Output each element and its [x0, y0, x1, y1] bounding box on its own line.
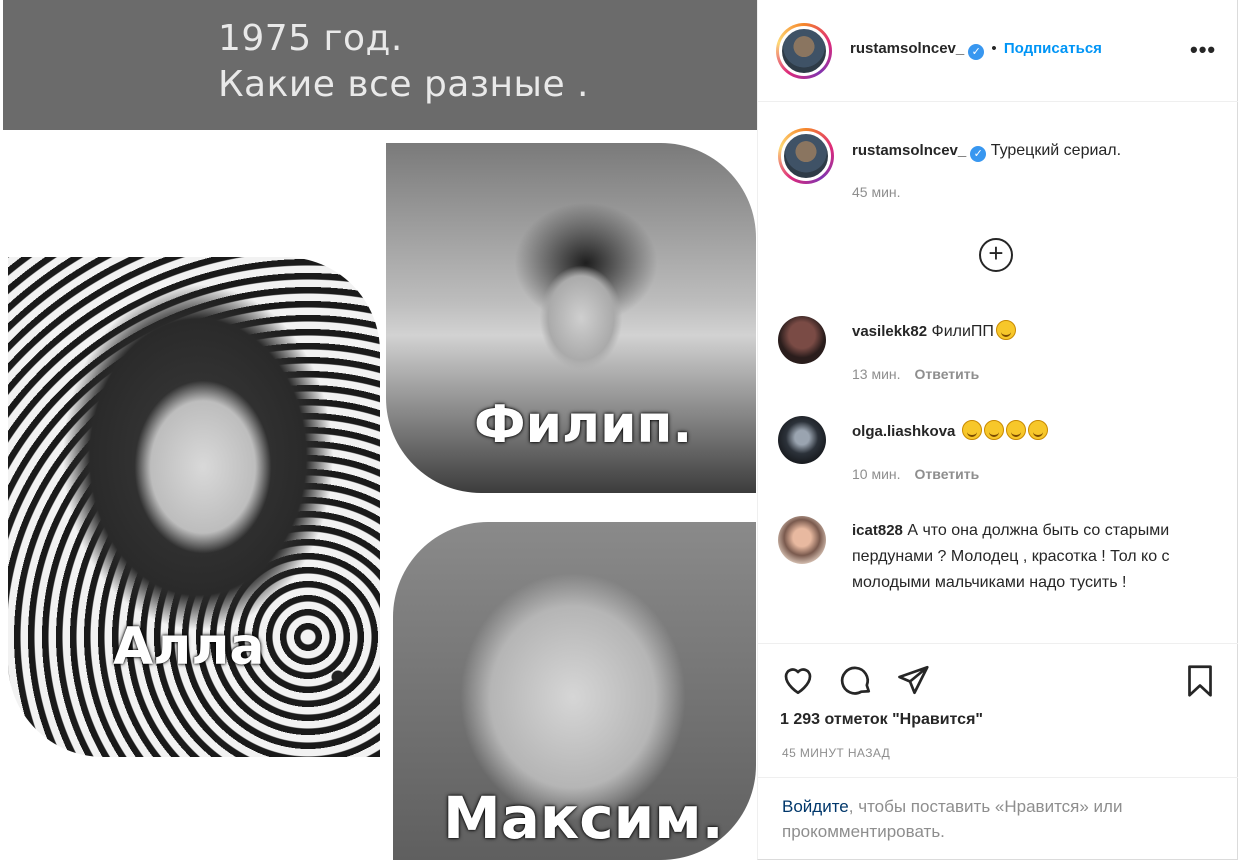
- header-separator: •: [991, 40, 997, 57]
- reply-button[interactable]: Ответить: [915, 366, 980, 382]
- caption-username[interactable]: rustamsolncev_: [852, 142, 966, 159]
- comment-time: 13 мин.: [852, 366, 901, 382]
- post-image[interactable]: 1975 год. Какие все разные . Алла Филип.…: [3, 0, 757, 860]
- author-avatar[interactable]: [776, 23, 832, 79]
- laughing-emoji-icon: [961, 420, 982, 440]
- image-banner: 1975 год. Какие все разные .: [3, 0, 757, 130]
- follow-button[interactable]: Подписаться: [1004, 40, 1102, 57]
- likes-count[interactable]: 1 293 отметок "Нравится": [780, 711, 983, 729]
- post-actions: 1 293 отметок "Нравится" 45 МИНУТ НАЗАД: [758, 643, 1238, 778]
- more-options-icon[interactable]: •••: [1190, 37, 1216, 63]
- bookmark-icon[interactable]: [1182, 662, 1218, 700]
- verified-badge-icon: ✓: [968, 44, 985, 60]
- commenter-avatar[interactable]: [778, 516, 826, 564]
- caption-maxim: Максим.: [443, 784, 724, 852]
- caption-comment: rustamsolncev_ ✓ Турецкий сериал. 45 мин.: [778, 128, 1218, 208]
- login-link[interactable]: Войдите: [782, 797, 849, 816]
- laughing-emoji-icon: [1005, 420, 1026, 440]
- login-prompt: Войдите, чтобы поставить «Нравится» или …: [782, 794, 1222, 844]
- caption-alla: Алла: [113, 617, 265, 677]
- banner-year-text: 1975 год.: [218, 18, 403, 59]
- commenter-avatar[interactable]: [778, 416, 826, 464]
- comment-item: olga.liashkova 10 мин. Ответить: [778, 416, 1218, 486]
- photo-alla: Алла: [8, 257, 380, 757]
- comment-text-line: olga.liashkova: [852, 419, 1212, 445]
- share-icon[interactable]: [895, 662, 931, 698]
- comment-icon[interactable]: [838, 662, 874, 698]
- header-user-line: rustamsolncev_ ✓ • Подписаться: [850, 40, 1102, 60]
- commenter-avatar[interactable]: [778, 316, 826, 364]
- post-header: rustamsolncev_ ✓ • Подписаться •••: [758, 0, 1238, 102]
- photo-filip: Филип.: [386, 143, 756, 493]
- comment-username[interactable]: vasilekk82: [852, 323, 927, 340]
- laughing-emoji-icon: [983, 420, 1004, 440]
- post-side-panel: rustamsolncev_ ✓ • Подписаться ••• rustam…: [757, 0, 1238, 860]
- caption-author-avatar[interactable]: [778, 128, 834, 184]
- comment-text-line: vasilekk82 ФилиПП: [852, 319, 1212, 345]
- caption-text-line: rustamsolncev_ ✓ Турецкий сериал.: [852, 138, 1212, 164]
- post-timestamp: 45 МИНУТ НАЗАД: [782, 746, 891, 760]
- banner-subtitle-text: Какие все разные .: [218, 64, 590, 105]
- caption-text: Турецкий сериал.: [990, 142, 1122, 159]
- comment-username[interactable]: icat828: [852, 522, 903, 539]
- reply-button[interactable]: Ответить: [915, 466, 980, 482]
- comment-item: vasilekk82 ФилиПП 13 мин. Ответить: [778, 316, 1218, 386]
- comment-meta: 13 мин. Ответить: [852, 366, 979, 382]
- comment-item: icat828 А что она должна быть со старыми…: [778, 516, 1218, 626]
- laughing-emoji-icon: [1027, 420, 1048, 440]
- author-username[interactable]: rustamsolncev_: [850, 40, 964, 57]
- load-more-comments-icon[interactable]: +: [979, 238, 1013, 272]
- verified-badge-icon: ✓: [970, 146, 987, 162]
- comment-username[interactable]: olga.liashkova: [852, 423, 955, 440]
- caption-time: 45 мин.: [852, 184, 901, 200]
- comment-time: 10 мин.: [852, 466, 901, 482]
- comment-text-line: icat828 А что она должна быть со старыми…: [852, 518, 1212, 596]
- comment-meta: 10 мин. Ответить: [852, 466, 979, 482]
- photo-maxim: Максим.: [393, 522, 756, 860]
- heart-icon[interactable]: [780, 662, 816, 698]
- winking-face-emoji-icon: [995, 320, 1016, 340]
- comment-text: ФилиПП: [931, 323, 994, 340]
- caption-filip: Филип.: [474, 395, 693, 455]
